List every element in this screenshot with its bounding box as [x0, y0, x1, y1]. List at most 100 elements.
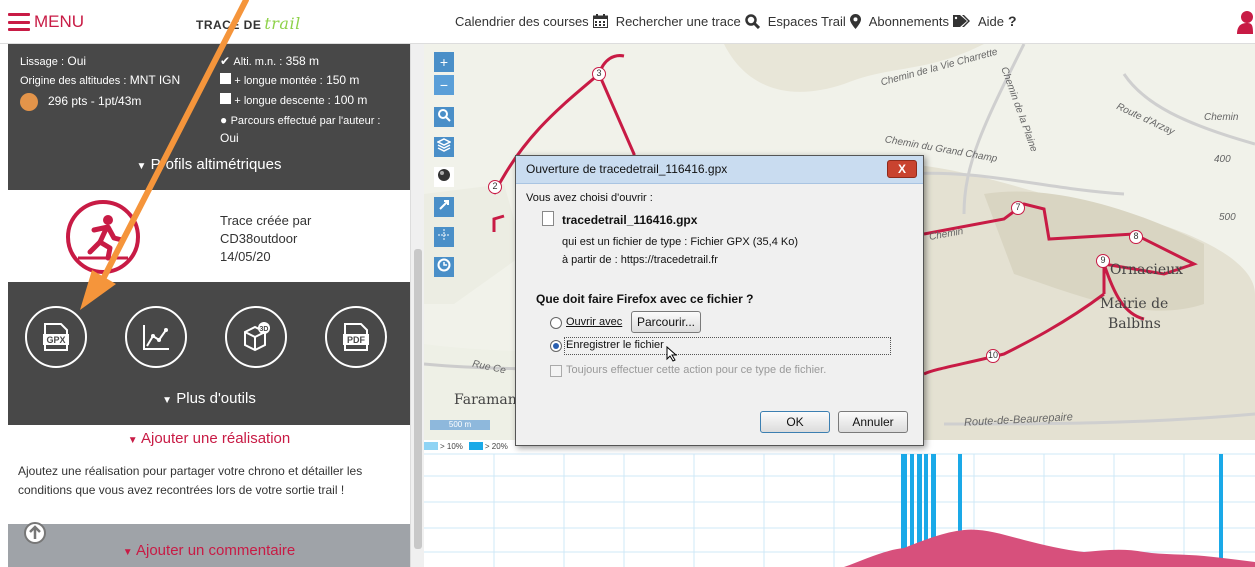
author-line-1: Trace créée par — [220, 213, 312, 228]
main-nav: Calendrier des courses Rechercher une tr… — [455, 13, 1017, 29]
slope-legend: > 10% > 20% — [424, 440, 508, 452]
contour-label: 500 — [1219, 212, 1236, 223]
always-do-label: Toujours effectuer cette action pour ce … — [566, 364, 827, 376]
waypoint-marker[interactable]: 9 — [1096, 254, 1110, 268]
nav-espaces-trail[interactable]: Espaces Trail — [767, 13, 861, 29]
cube-3d-icon: 3D — [244, 322, 270, 352]
arrow-up-icon — [29, 525, 41, 539]
search-icon — [744, 13, 760, 29]
gpx-download-button[interactable]: GPX — [25, 306, 87, 368]
dialog-title-bar: Ouverture de tracedetrail_116416.gpx — [516, 156, 923, 184]
profils-altimetriques-toggle[interactable]: ▼ Profils altimétriques — [8, 156, 410, 173]
crosshair-icon — [438, 229, 450, 241]
zoom-in-button[interactable]: + — [434, 52, 454, 72]
waypoint-marker[interactable]: 3 — [592, 67, 606, 81]
3d-view-button[interactable]: 3D — [225, 306, 287, 368]
points-stat: 296 pts - 1pt/43m — [48, 94, 142, 108]
caret-down-icon: ▼ — [127, 435, 138, 446]
nav-abonnements[interactable]: Abonnements — [869, 14, 970, 29]
tag-icon — [952, 15, 970, 27]
clock-icon — [437, 258, 451, 272]
dialog-close-button[interactable]: X — [887, 160, 917, 178]
save-file-label[interactable]: Enregistrer le fichier — [566, 339, 664, 351]
menu-label: MENU — [34, 12, 85, 31]
sidebar-scrollbar[interactable] — [410, 44, 424, 567]
history-button[interactable] — [434, 257, 454, 277]
site-logo[interactable]: TRACE DE trail — [196, 14, 301, 33]
caret-down-icon: ▼ — [162, 395, 173, 406]
quality-smiley-icon — [20, 93, 38, 111]
layers-icon — [436, 138, 452, 152]
place-balbins: Balbins — [1108, 316, 1161, 332]
menu-button[interactable]: MENU — [8, 10, 84, 34]
dialog-title: Ouverture de tracedetrail_116416.gpx — [526, 162, 728, 176]
runner-logo-icon — [66, 200, 140, 274]
open-with-label[interactable]: Ouvrir avec — [566, 316, 622, 328]
ok-button[interactable]: OK — [760, 411, 830, 433]
place-mairie: Mairie de — [1100, 296, 1169, 312]
gpx-file-icon: GPX — [43, 323, 69, 351]
always-do-checkbox[interactable] — [550, 365, 562, 377]
waypoint-marker[interactable]: 10 — [986, 349, 1000, 363]
map-scale: 500 m — [430, 420, 490, 430]
ajouter-commentaire-toggle[interactable]: ▼ Ajouter un commentaire — [8, 542, 410, 559]
open-with-radio[interactable] — [550, 317, 562, 329]
layers-button[interactable] — [434, 137, 454, 157]
calendar-icon — [592, 14, 608, 28]
sidebar: Lissage : Oui Origine des altitudes : MN… — [0, 44, 410, 567]
auteur-value: Oui — [220, 131, 239, 145]
contour-label: 400 — [1214, 154, 1231, 165]
scroll-to-top-button[interactable] — [24, 522, 46, 544]
nav-espaces-label: Espaces Trail — [767, 13, 846, 29]
slope-10-swatch — [424, 442, 438, 450]
nav-search-label: Rechercher une trace — [615, 13, 741, 29]
globe-button[interactable] — [434, 167, 454, 187]
author-date: 14/05/20 — [220, 249, 271, 264]
nav-abonnements-label: Abonnements — [868, 13, 949, 29]
slope-20-label: > 20% — [484, 441, 508, 451]
chevron-down-icon: ✔ — [220, 54, 231, 68]
user-account-icon[interactable] — [1237, 10, 1253, 34]
nav-aide-label: Aide — [977, 13, 1005, 29]
pdf-file-icon: PDF — [343, 323, 369, 351]
nav-calendar[interactable]: Calendrier des courses — [455, 14, 608, 29]
plus-outils-toggle[interactable]: ▼ Plus d'outils — [8, 390, 410, 407]
question-icon: ? — [1008, 13, 1017, 29]
pdf-label: PDF — [347, 335, 366, 345]
globe-icon — [438, 169, 450, 181]
caret-down-icon: ▼ — [136, 161, 147, 172]
zoom-out-button[interactable]: − — [434, 75, 454, 95]
pdf-download-button[interactable]: PDF — [325, 306, 387, 368]
map-search-button[interactable] — [434, 107, 454, 127]
lissage-stat: Lissage : Oui — [20, 54, 87, 68]
nav-search-trace[interactable]: Rechercher une trace — [616, 14, 760, 29]
expand-icon — [439, 200, 449, 210]
chart-tool-button[interactable] — [125, 306, 187, 368]
ascent-icon — [220, 73, 231, 84]
track-stats-panel: Lissage : Oui Origine des altitudes : MN… — [8, 44, 410, 190]
tools-panel: GPX 3D PDF ▼ Plus d'outils — [8, 282, 410, 425]
profile-canvas — [424, 453, 1255, 567]
elevation-profile[interactable]: > 10% > 20% — [424, 440, 1255, 567]
locate-button[interactable] — [434, 227, 454, 247]
author-name[interactable]: CD38outdoor — [220, 230, 311, 248]
waypoint-marker[interactable]: 8 — [1129, 230, 1143, 244]
dialog-intro: Vous avez choisi d'ouvrir : — [526, 192, 653, 204]
ajouter-realisation-toggle[interactable]: ▼ Ajouter une réalisation — [8, 430, 410, 447]
scrollbar-thumb[interactable] — [414, 249, 422, 549]
cancel-button[interactable]: Annuler — [838, 411, 908, 433]
fullscreen-button[interactable] — [434, 197, 454, 217]
gpx-label: GPX — [46, 335, 65, 345]
file-icon — [542, 211, 554, 226]
descente-stat: + longue descente : 100 m — [220, 93, 367, 107]
slope-10-label: > 10% — [440, 441, 463, 451]
montee-stat: + longue montée : 150 m — [220, 73, 359, 87]
waypoint-marker[interactable]: 7 — [1011, 201, 1025, 215]
save-file-radio[interactable] — [550, 340, 562, 352]
nav-aide[interactable]: Aide ? — [978, 13, 1017, 29]
caret-down-icon: ▼ — [122, 547, 133, 558]
waypoint-marker[interactable]: 2 — [488, 180, 502, 194]
browse-button[interactable]: Parcourir... — [631, 311, 701, 333]
map-pin-icon — [849, 13, 861, 29]
mouse-cursor-icon — [666, 346, 678, 362]
